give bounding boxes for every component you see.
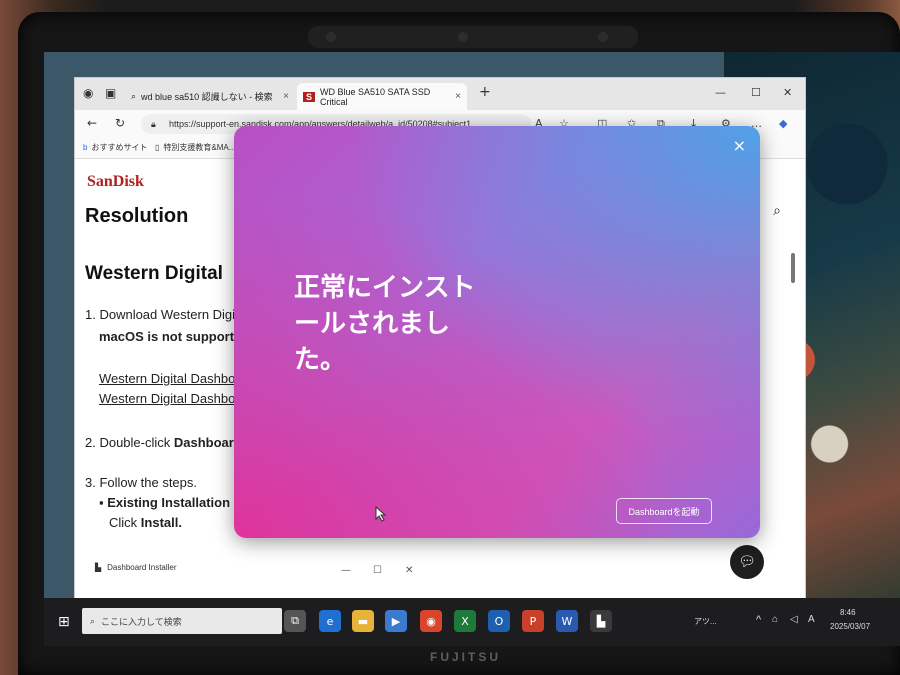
step-2-bold: Dashboard <box>173 435 242 450</box>
bing-icon: b <box>83 143 88 152</box>
step-3-click: Click Install. <box>109 515 182 530</box>
copilot-icon[interactable]: ◆ <box>779 117 787 130</box>
laptop-brand: FUJITSU <box>430 650 502 664</box>
taskbar: ⊞ ⌕ ここに入力して検索 ⧉ e ▬ ▶ ◉ X O P W ▙ アツ... … <box>44 598 900 646</box>
close-window-button[interactable]: ✕ <box>783 86 792 99</box>
step-3-item: ▪ Existing Installation <box>99 495 231 510</box>
favorite-item[interactable]: b おすすめサイト <box>83 142 147 153</box>
sensor-icon <box>598 32 608 42</box>
new-tab-button[interactable]: + <box>479 84 491 100</box>
close-icon[interactable]: × <box>283 91 289 102</box>
step-3: 3. Follow the steps. <box>85 475 197 490</box>
outlook-icon[interactable]: O <box>488 610 510 632</box>
search-icon[interactable]: ⌕ <box>773 203 781 219</box>
tray-chevron-icon[interactable]: ^ <box>756 614 761 626</box>
page-scrollbar[interactable] <box>791 253 795 283</box>
edge-icon[interactable]: e <box>319 610 341 632</box>
page-heading: Resolution <box>85 205 189 227</box>
step-3-click-text: Click <box>109 515 138 530</box>
installer-icon: ▙ <box>95 563 102 572</box>
word-icon[interactable]: W <box>556 610 578 632</box>
favorite-label: おすすめサイト <box>91 143 148 152</box>
windows-start-icon[interactable]: ⊞ <box>58 614 70 630</box>
download-link-1[interactable]: Western Digital Dashboa <box>99 371 243 386</box>
search-icon: ⌕ <box>90 615 96 626</box>
launch-dashboard-button[interactable]: Dashboardを起動 <box>616 498 712 524</box>
close-icon[interactable]: × <box>455 91 461 102</box>
lock-icon: 🔒︎ <box>151 118 156 129</box>
mouse-cursor-icon <box>375 506 387 522</box>
installer-taskbar-entry[interactable]: ▙ Dashboard Installer <box>95 563 177 572</box>
installer-close-button[interactable]: ✕ <box>405 565 413 576</box>
refresh-icon[interactable]: ↻ <box>115 116 125 130</box>
volume-icon[interactable]: ◁ <box>790 614 798 625</box>
tab-bar: ◉ ▣ ⌕ wd blue sa510 認識しない - 検索 × S WD Bl… <box>75 78 805 110</box>
tab-sandisk[interactable]: S WD Blue SA510 SATA SSD Critical × <box>297 83 467 110</box>
chrome-icon[interactable]: ◉ <box>420 610 442 632</box>
installer-maximize-button[interactable]: ☐ <box>373 565 382 576</box>
file-explorer-icon[interactable]: ▬ <box>352 610 374 632</box>
tab-actions-icon[interactable]: ▣ <box>105 86 116 100</box>
sandisk-logo: SanDisk <box>87 173 144 190</box>
powerpoint-icon[interactable]: P <box>522 610 544 632</box>
step-3-item-label: Existing Installation <box>107 495 231 510</box>
section-heading: Western Digital <box>85 263 223 284</box>
favorite-label: 特別支援教育&MA... <box>163 143 236 152</box>
sandisk-favicon-icon: S <box>303 91 316 102</box>
sensor-icon <box>458 32 468 42</box>
screen: ◉ ▣ ⌕ wd blue sa510 認識しない - 検索 × S WD Bl… <box>44 52 900 646</box>
clock-date[interactable]: 2025/03/07 <box>830 622 870 631</box>
page-icon: ▯ <box>155 143 160 152</box>
back-arrow-icon[interactable]: ← <box>87 116 97 130</box>
installer-minimize-button[interactable]: — <box>341 565 351 576</box>
download-link-2[interactable]: Western Digital Dashboa <box>99 391 243 406</box>
search-icon: ⌕ <box>131 91 137 101</box>
tab-label: WD Blue SA510 SATA SSD Critical <box>320 86 431 107</box>
step-3-install-text: Install. <box>140 515 182 530</box>
close-icon[interactable]: × <box>733 136 746 155</box>
installer-app-icon[interactable]: ▙ <box>590 610 612 632</box>
step-2: 2. Double-click Dashboard <box>85 435 242 450</box>
camera-icon <box>326 32 336 42</box>
ime-icon[interactable]: A <box>808 614 815 625</box>
chat-icon[interactable]: 💬︎ <box>730 545 764 579</box>
network-icon[interactable]: ⌂ <box>772 614 778 625</box>
camera-bar <box>308 26 638 48</box>
tab-label: wd blue sa510 認識しない - 検索 <box>141 92 273 102</box>
taskbar-search[interactable]: ⌕ ここに入力して検索 <box>82 608 282 634</box>
clock-time[interactable]: 8:46 <box>840 608 856 617</box>
installer-label: Dashboard Installer <box>107 563 177 572</box>
success-message: 正常にインストールされました。 <box>294 273 476 375</box>
step-1: 1. Download Western Digit <box>85 307 239 322</box>
maximize-button[interactable]: ☐ <box>751 86 761 99</box>
profile-icon[interactable]: ◉ <box>83 86 93 100</box>
excel-icon[interactable]: X <box>454 610 476 632</box>
search-placeholder: ここに入力して検索 <box>101 616 182 627</box>
step-2-text: 2. Double-click <box>85 435 171 450</box>
favorite-item[interactable]: ▯ 特別支援教育&MA... <box>155 142 235 153</box>
task-view-icon[interactable]: ⧉ <box>284 610 306 632</box>
minimize-button[interactable]: — <box>715 86 726 99</box>
installer-dialog: × 正常にインストールされました。 Dashboardを起動 <box>234 126 760 538</box>
step-1-note: macOS is not supportec <box>99 329 249 344</box>
media-player-icon[interactable]: ▶ <box>385 610 407 632</box>
tab-search[interactable]: ⌕ wd blue sa510 認識しない - 検索 × <box>125 83 295 110</box>
tray-app-label[interactable]: アツ... <box>694 616 717 627</box>
